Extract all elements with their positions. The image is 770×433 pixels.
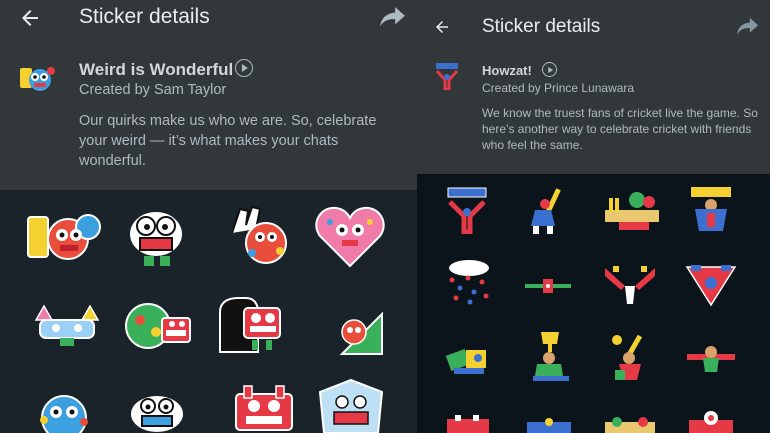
pack-thumbnail <box>18 62 56 94</box>
pack-header: Sticker details Howzat! Created by Princ… <box>417 0 770 174</box>
right-sticker-details-screen: Sticker details Howzat! Created by Princ… <box>417 0 770 433</box>
sticker-item[interactable] <box>603 264 657 308</box>
sticker-item[interactable] <box>687 410 735 433</box>
pack-thumbnail <box>434 62 460 91</box>
play-circle-icon[interactable] <box>235 59 253 77</box>
sticker-item[interactable] <box>685 342 737 374</box>
left-sticker-details-screen: Sticker details Weird is Wonderful Creat… <box>0 0 417 433</box>
sticker-item[interactable] <box>521 186 573 236</box>
sticker-item[interactable] <box>122 296 194 352</box>
sticker-item[interactable] <box>523 275 573 297</box>
pack-description: Our quirks make us who we are. So, celeb… <box>79 113 377 169</box>
share-arrow-icon[interactable] <box>380 6 406 28</box>
sticker-item[interactable] <box>603 416 657 433</box>
sticker-item[interactable] <box>218 296 284 354</box>
sticker-item[interactable] <box>444 258 494 306</box>
pack-creator: Created by Prince Lunawara <box>482 81 635 95</box>
sticker-item[interactable] <box>122 204 190 270</box>
sticker-item[interactable] <box>444 186 490 234</box>
sticker-item[interactable] <box>30 302 104 348</box>
sticker-item[interactable] <box>314 204 386 270</box>
sticker-item[interactable] <box>126 390 188 433</box>
back-arrow-icon[interactable] <box>18 6 42 30</box>
pack-name: Weird is Wonderful <box>79 60 234 79</box>
sticker-item[interactable] <box>607 332 653 382</box>
sticker-item[interactable] <box>230 382 298 433</box>
pack-description: We know the truest fans of cricket live … <box>482 106 758 152</box>
sticker-item[interactable] <box>527 330 573 382</box>
sticker-item[interactable] <box>316 378 386 433</box>
sticker-item[interactable] <box>222 203 294 269</box>
pack-name: Howzat! <box>482 63 532 78</box>
sticker-item[interactable] <box>445 415 491 433</box>
play-circle-icon[interactable] <box>542 62 557 77</box>
sticker-item[interactable] <box>603 188 661 232</box>
sticker-item[interactable] <box>685 263 737 307</box>
sticker-item[interactable] <box>338 312 384 356</box>
back-arrow-icon[interactable] <box>433 18 451 36</box>
sticker-item[interactable] <box>30 390 98 433</box>
sticker-item[interactable] <box>22 205 104 265</box>
sticker-item[interactable] <box>444 342 492 376</box>
sticker-item[interactable] <box>525 418 573 433</box>
screen-title: Sticker details <box>482 16 601 37</box>
share-arrow-icon[interactable] <box>737 17 759 36</box>
screen-title: Sticker details <box>79 5 210 28</box>
pack-header: Sticker details Weird is Wonderful Creat… <box>0 0 417 190</box>
sticker-item[interactable] <box>687 185 735 235</box>
pack-creator: Created by Sam Taylor <box>79 82 227 98</box>
